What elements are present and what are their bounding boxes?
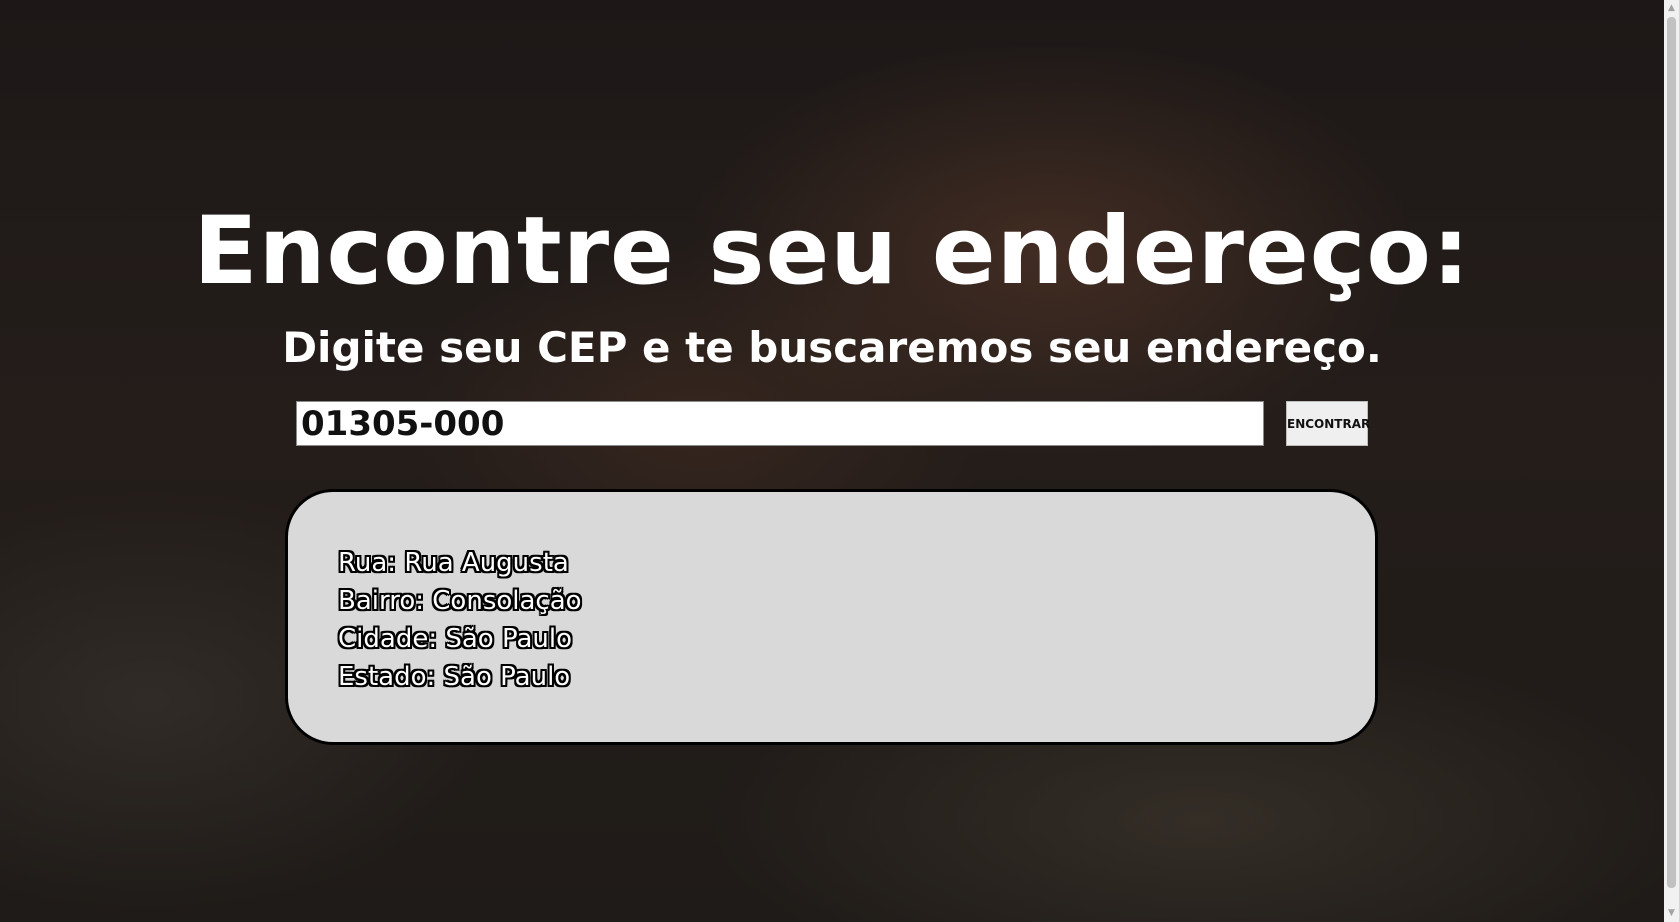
- address-state: Estado: São Paulo: [338, 662, 571, 692]
- address-result-list: Rua: Rua Augusta Bairro: Consolação Cida…: [338, 544, 582, 696]
- scroll-down-icon[interactable]: ▼: [1664, 905, 1679, 922]
- page-subtitle: Digite seu CEP e te buscaremos seu ender…: [282, 323, 1382, 372]
- address-street: Rua: Rua Augusta: [338, 548, 569, 578]
- scroll-up-icon[interactable]: ▲: [1664, 0, 1679, 17]
- address-city: Cidade: São Paulo: [338, 624, 572, 654]
- page-title: Encontre seu endereço:: [193, 197, 1471, 306]
- find-button[interactable]: ENCONTRAR: [1286, 401, 1370, 446]
- vertical-scrollbar[interactable]: ▲ ▼: [1664, 0, 1679, 922]
- cep-input[interactable]: [296, 401, 1264, 446]
- address-neighborhood: Bairro: Consolação: [338, 586, 582, 616]
- page: Encontre seu endereço: Digite seu CEP e …: [0, 0, 1664, 922]
- address-result-card: Rua: Rua Augusta Bairro: Consolação Cida…: [285, 489, 1378, 745]
- scrollbar-thumb[interactable]: [1667, 17, 1676, 888]
